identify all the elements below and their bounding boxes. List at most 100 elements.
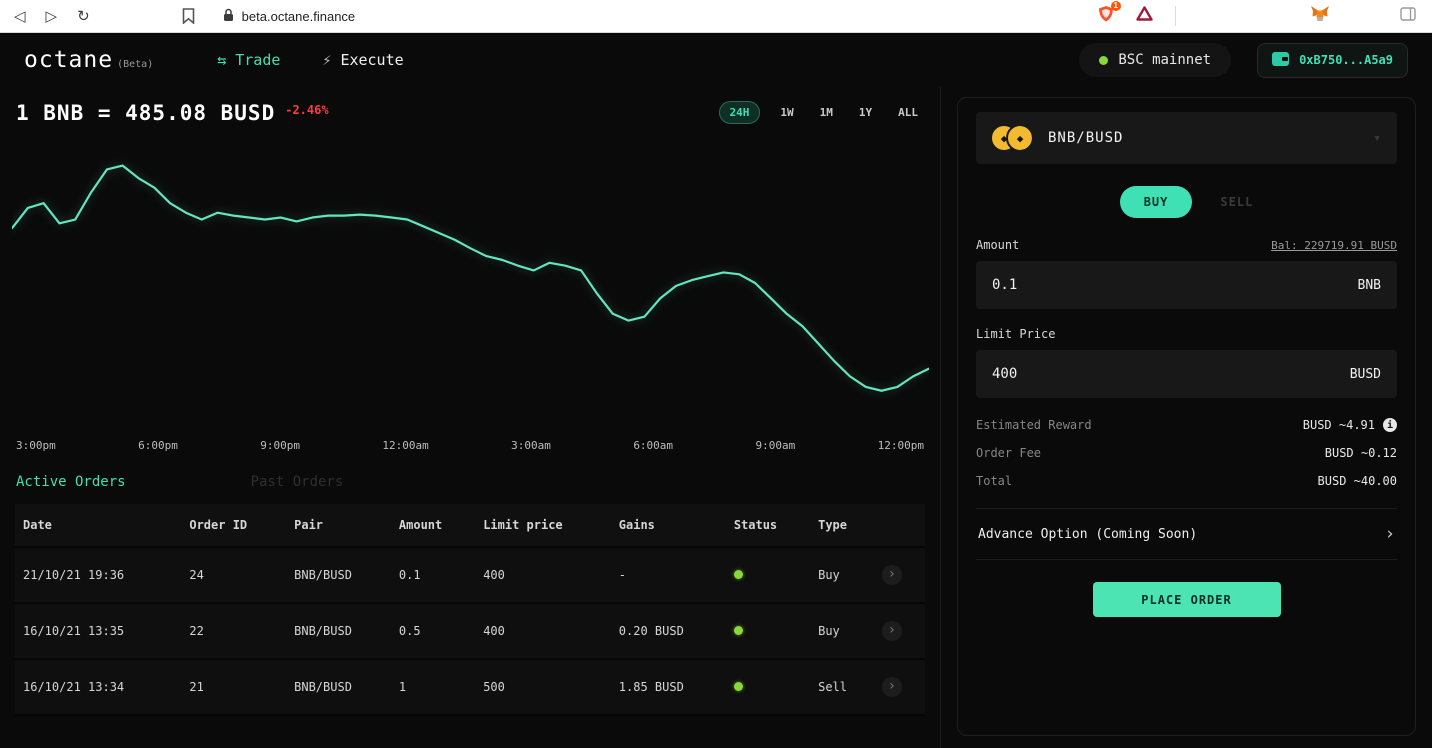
trade-panel-section: ◆ ◆ BNB/BUSD ▾ BUY SELL Amount Bal: 2297… <box>941 87 1432 748</box>
range-all[interactable]: ALL <box>892 102 924 123</box>
toolbar-divider <box>1175 6 1176 26</box>
triangle-extension-icon[interactable] <box>1136 6 1153 26</box>
balance-link[interactable]: Bal: 229719.91 BUSD <box>1271 239 1397 252</box>
range-1m[interactable]: 1M <box>814 102 839 123</box>
reload-icon[interactable]: ↻ <box>77 7 90 25</box>
shield-badge: 1 <box>1110 0 1121 11</box>
x-axis-label: 6:00am <box>633 439 674 452</box>
tab-active-orders[interactable]: Active Orders <box>16 474 126 490</box>
current-price: 1 BNB = 485.08 BUSD <box>16 101 276 125</box>
order-status-cell <box>725 659 811 716</box>
range-24h[interactable]: 24H <box>718 101 761 124</box>
x-axis-label: 12:00am <box>382 439 429 452</box>
order-row[interactable]: 16/10/21 13:34 21 BNB/BUSD 1 500 1.85 BUSD Sel… <box>15 659 925 716</box>
amount-input[interactable] <box>992 277 1358 293</box>
back-icon[interactable]: ◁ <box>14 7 26 25</box>
limit-price-unit: BUSD <box>1349 366 1381 382</box>
order-cell: 400 <box>475 547 611 604</box>
info-icon[interactable]: i <box>1383 418 1397 432</box>
column-header: Pair <box>286 504 391 548</box>
pair-name: BNB/BUSD <box>1048 130 1124 146</box>
summary-label: Order Fee <box>976 446 1042 460</box>
chart-and-orders-section: 1 BNB = 485.08 BUSD -2.46% 24H 1W 1M 1Y ALL … <box>0 87 941 748</box>
order-status-cell <box>725 547 811 604</box>
summary-row: Order Fee BUSD ~0.12 <box>976 446 1397 460</box>
amount-label: Amount <box>976 238 1020 252</box>
url-text[interactable]: beta.octane.finance <box>242 9 355 24</box>
range-1y[interactable]: 1Y <box>853 102 878 123</box>
summary-value: BUSD ~4.91 <box>1302 418 1375 432</box>
limit-price-field[interactable]: BUSD <box>976 350 1397 398</box>
network-status-dot <box>1099 55 1109 65</box>
orders-tabs: Active Orders Past Orders <box>0 452 940 494</box>
x-axis-label: 9:00pm <box>260 439 301 452</box>
lightning-icon: ⚡ <box>322 51 332 69</box>
metamask-icon[interactable] <box>1310 5 1330 28</box>
busd-coin-icon: ◆ <box>1006 124 1034 152</box>
summary-value: BUSD ~40.00 <box>1317 474 1397 488</box>
x-axis-label: 6:00pm <box>138 439 178 452</box>
x-axis-label: 3:00pm <box>16 439 56 452</box>
network-selector[interactable]: BSC mainnet <box>1079 43 1232 77</box>
wallet-address: 0xB750...A5a9 <box>1299 53 1393 67</box>
sell-tab[interactable]: SELL <box>1220 195 1253 209</box>
chevron-right-icon: › <box>1384 524 1395 544</box>
amount-unit: BNB <box>1357 277 1381 293</box>
order-cell: 21 <box>181 659 287 716</box>
bookmark-icon[interactable] <box>182 8 195 24</box>
octane-logo: octane <box>24 47 114 73</box>
price-line <box>12 164 929 392</box>
order-cell: 21/10/21 19:36 <box>15 547 182 604</box>
x-axis-label: 3:00am <box>511 439 551 452</box>
wallet-icon <box>1272 51 1290 69</box>
order-cell: 400 <box>475 603 611 660</box>
order-row[interactable]: 16/10/21 13:35 22 BNB/BUSD 0.5 400 0.20 BUSD B… <box>15 603 925 660</box>
lock-icon <box>223 8 234 25</box>
x-axis-label: 9:00am <box>755 439 796 452</box>
row-expand-button[interactable]: › <box>881 565 902 585</box>
order-actions-cell: › <box>873 659 925 716</box>
buy-tab[interactable]: BUY <box>1119 186 1193 218</box>
advance-option-row[interactable]: Advance Option (Coming Soon) › <box>976 508 1397 560</box>
order-cell: 1 <box>390 659 476 716</box>
side-toggle: BUY SELL <box>976 186 1397 218</box>
x-axis-labels: 3:00pm 6:00pm 9:00pm 12:00am 3:00am 6:00am 9:0… <box>0 431 940 452</box>
app-root: octane (Beta) ⇆ Trade ⚡ Execute BSC main… <box>0 33 1432 748</box>
status-dot <box>733 626 743 635</box>
forward-icon[interactable]: ▷ <box>46 7 58 25</box>
summary-value: BUSD ~0.12 <box>1324 446 1397 460</box>
wallet-address-button[interactable]: 0xB750...A5a9 <box>1257 42 1408 78</box>
row-expand-button[interactable]: › <box>881 677 902 697</box>
column-header-actions <box>873 504 925 548</box>
order-status-cell <box>725 603 811 660</box>
beta-label: (Beta) <box>117 58 154 70</box>
nav-trade[interactable]: ⇆ Trade <box>217 51 280 69</box>
status-dot <box>733 682 743 691</box>
nav-execute[interactable]: ⚡ Execute <box>322 51 403 69</box>
summary-label: Estimated Reward <box>976 418 1092 432</box>
summary-rows: Estimated Reward BUSD ~4.91 i Order Fee BUSD… <box>976 418 1397 502</box>
order-cell: 22 <box>181 603 287 660</box>
orders-header-row: Date Order ID Pair Amount Limit price Gains St… <box>15 504 925 548</box>
sidebar-toggle-icon[interactable] <box>1400 6 1416 26</box>
x-axis-label: 12:00pm <box>877 439 924 452</box>
order-row[interactable]: 21/10/21 19:36 24 BNB/BUSD 0.1 400- Buy › <box>15 547 925 604</box>
summary-row: Total BUSD ~40.00 <box>976 474 1397 488</box>
status-dot <box>733 570 743 579</box>
swap-icon: ⇆ <box>217 51 227 69</box>
main-nav: ⇆ Trade ⚡ Execute <box>217 51 403 69</box>
range-1w[interactable]: 1W <box>774 102 799 123</box>
row-expand-button[interactable]: › <box>881 621 902 641</box>
order-actions-cell: › <box>873 603 925 660</box>
tab-past-orders[interactable]: Past Orders <box>251 474 344 490</box>
limit-price-input[interactable] <box>992 366 1350 382</box>
pair-selector[interactable]: ◆ ◆ BNB/BUSD ▾ <box>976 112 1397 164</box>
trade-panel: ◆ ◆ BNB/BUSD ▾ BUY SELL Amount Bal: 2297… <box>957 97 1416 736</box>
place-order-button[interactable]: PLACE ORDER <box>1092 582 1281 617</box>
shield-extension-icon[interactable]: 1 <box>1098 0 1121 28</box>
price-change: -2.46% <box>285 103 329 117</box>
amount-field[interactable]: BNB <box>976 261 1397 309</box>
order-cell: BNB/BUSD <box>286 603 391 660</box>
order-cell: 16/10/21 13:34 <box>15 659 182 716</box>
price-chart <box>0 129 940 431</box>
